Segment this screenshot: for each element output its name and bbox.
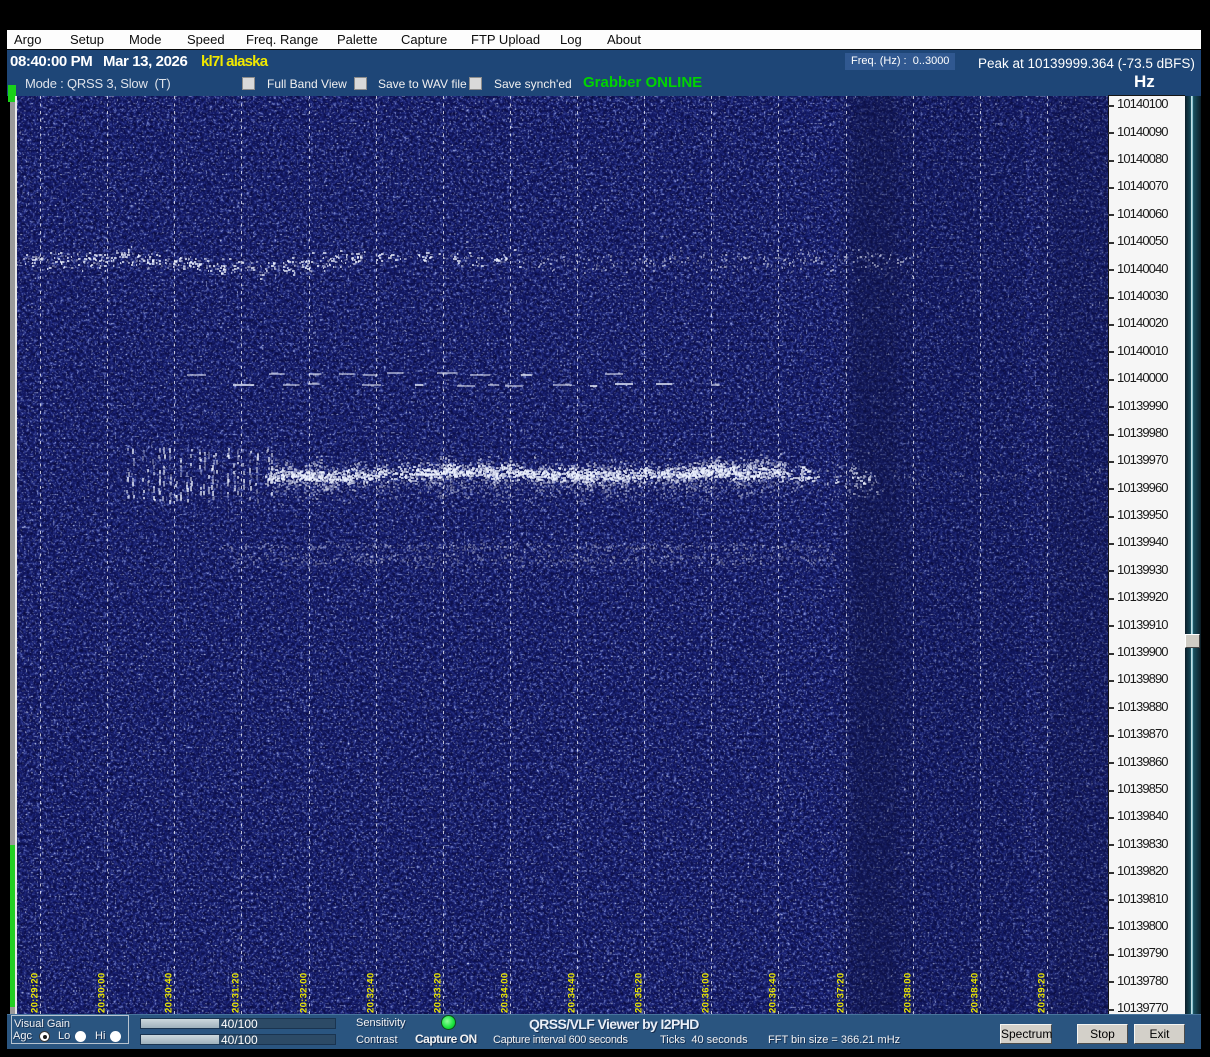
svg-text:20:36:00: 20:36:00 [701, 973, 712, 1013]
svg-text:20:30:00: 20:30:00 [97, 973, 108, 1013]
svg-text:20:38:00: 20:38:00 [903, 973, 914, 1013]
svg-text:20:32:00: 20:32:00 [299, 973, 310, 1013]
svg-text:20:34:00: 20:34:00 [500, 973, 511, 1013]
svg-text:20:29:20: 20:29:20 [30, 973, 41, 1013]
svg-text:20:36:40: 20:36:40 [768, 973, 779, 1013]
svg-text:20:31:20: 20:31:20 [231, 973, 242, 1013]
svg-text:20:37:20: 20:37:20 [836, 973, 847, 1013]
svg-text:20:33:20: 20:33:20 [433, 973, 444, 1013]
svg-text:20:35:20: 20:35:20 [634, 973, 645, 1013]
svg-text:20:30:40: 20:30:40 [164, 973, 175, 1013]
svg-text:20:38:40: 20:38:40 [970, 973, 981, 1013]
svg-text:20:32:40: 20:32:40 [366, 973, 377, 1013]
svg-text:20:34:40: 20:34:40 [567, 973, 578, 1013]
svg-text:20:39:20: 20:39:20 [1037, 973, 1048, 1013]
